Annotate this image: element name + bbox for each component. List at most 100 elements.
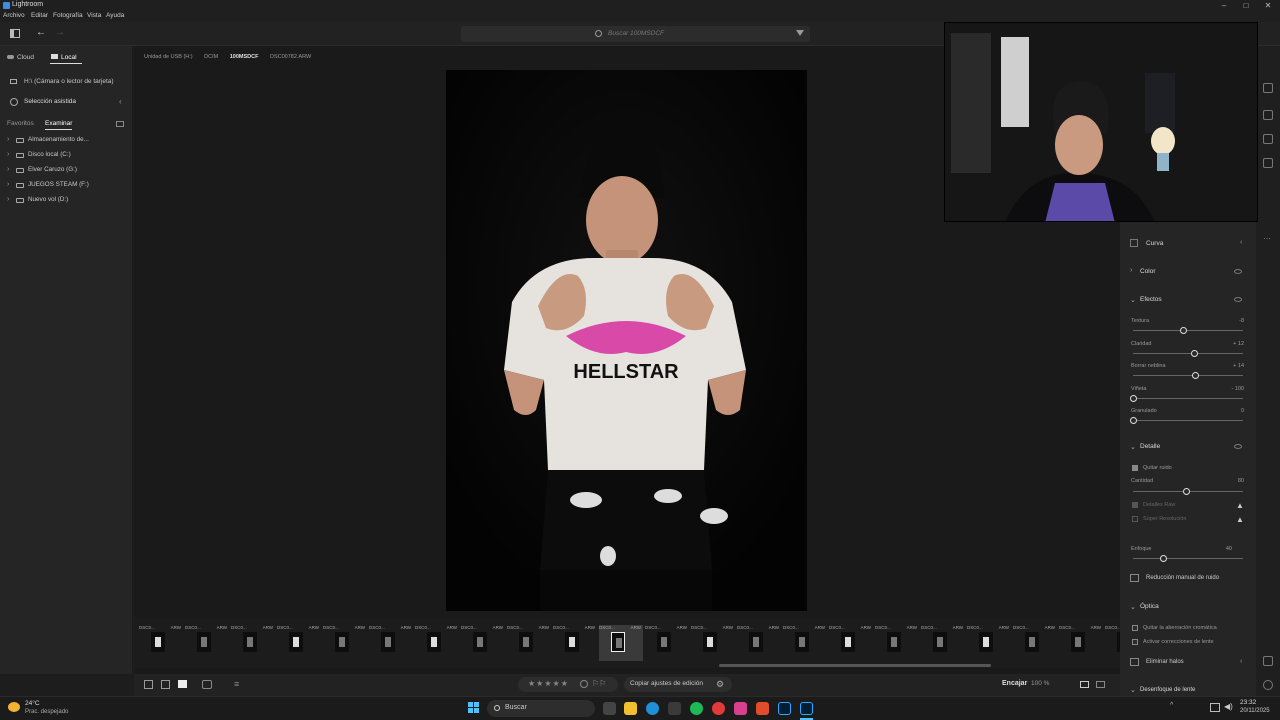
drive-item[interactable]: › Disco local (C:) [7, 150, 127, 162]
menu-ayuda[interactable]: Ayuda [106, 12, 124, 19]
filmstrip-thumbnail[interactable]: DSC0... ARW [1059, 625, 1103, 661]
filmstrip-thumbnail[interactable]: DSC0... ARW [875, 625, 919, 661]
filmstrip-thumbnail[interactable]: DSC0... ARW [231, 625, 275, 661]
assisted-selection-label[interactable]: Selección asistida [24, 98, 76, 105]
detail-view-icon[interactable] [178, 680, 187, 688]
clock-time[interactable]: 23:32 [1240, 699, 1256, 706]
chevron-left-icon[interactable]: ‹ [1240, 658, 1242, 665]
eye-icon[interactable] [1234, 269, 1242, 274]
filmstrip-thumbnail[interactable]: DSC0... ARW [967, 625, 1011, 661]
source-label[interactable]: H:\ (Cámara o lector de tarjeta) [24, 78, 114, 85]
weather-desc[interactable]: Prac. despejado [25, 709, 68, 715]
eye-icon[interactable] [1234, 297, 1242, 302]
tab-cloud[interactable]: Cloud [7, 54, 34, 61]
filmstrip-thumbnail[interactable]: DSC0... ARW [277, 625, 321, 661]
filmstrip-thumbnail[interactable]: DSC0... ARW [139, 625, 183, 661]
minimize-button[interactable]: – [1213, 0, 1235, 11]
effect-slider-knob[interactable] [1191, 372, 1199, 379]
effect-slider-knob[interactable] [1130, 394, 1137, 402]
flag-icon[interactable]: ⚐⚐ [592, 679, 606, 688]
menu-vista[interactable]: Vista [87, 12, 101, 19]
lightroom-icon[interactable] [800, 702, 813, 715]
taskbar-search[interactable]: Buscar [487, 700, 595, 717]
more-options-icon[interactable]: ⋯ [1263, 234, 1271, 243]
drive-item[interactable]: › Almacenamiento de... [7, 135, 127, 147]
breadcrumb-item[interactable]: DCIM [204, 54, 218, 60]
filmstrip-thumbnail[interactable]: DSC0... ARW [461, 625, 505, 661]
panel-toggle-icon[interactable] [10, 29, 20, 38]
volume-icon[interactable]: ◀) [1224, 702, 1233, 711]
section-detail[interactable]: Detalle [1140, 443, 1160, 450]
raw-details-checkbox[interactable] [1132, 502, 1138, 508]
tab-favorites[interactable]: Favoritos [7, 120, 34, 127]
menu-editar[interactable]: Editar [31, 12, 48, 19]
tray-chevron-icon[interactable]: ^ [1170, 702, 1173, 709]
section-color[interactable]: Color [1140, 268, 1156, 275]
filmstrip-thumbnail[interactable]: DSC0... ARW [599, 625, 643, 661]
zoom-label[interactable]: 100 % [1031, 680, 1049, 687]
tag-icon[interactable] [1263, 656, 1273, 666]
sharpen-slider[interactable] [1133, 558, 1243, 559]
amount-slider-knob[interactable] [1182, 488, 1190, 495]
breadcrumb-item[interactable]: 100MSDCF [230, 54, 259, 60]
super-res-checkbox[interactable] [1132, 516, 1138, 522]
masking-icon[interactable] [1263, 158, 1273, 168]
add-folder-icon[interactable] [116, 121, 124, 127]
filmstrip-thumbnail[interactable]: DSC0... ARW [921, 625, 965, 661]
filmstrip-thumbnail[interactable]: DSC0... ARW [783, 625, 827, 661]
chevron-right-icon[interactable]: › [1130, 267, 1132, 274]
maximize-button[interactable]: □ [1235, 0, 1257, 11]
tab-browse[interactable]: Examinar [45, 120, 72, 127]
effect-slider-knob[interactable] [1190, 349, 1198, 357]
square-grid-icon[interactable] [161, 680, 170, 689]
filmstrip-thumbnail[interactable]: DSC0... ARW [507, 625, 551, 661]
crop-icon[interactable] [1263, 110, 1273, 120]
filmstrip-thumbnail[interactable]: DSC0... ARW [691, 625, 735, 661]
chevron-down-icon[interactable]: ⌄ [1130, 603, 1136, 611]
brave-icon[interactable] [756, 702, 769, 715]
denoise-checkbox[interactable] [1132, 465, 1138, 471]
chevron-left-icon[interactable]: ‹ [119, 97, 122, 106]
effect-slider-knob[interactable] [1179, 327, 1187, 334]
search-input[interactable]: Buscar 100MSDCF [461, 26, 810, 42]
close-button[interactable]: ✕ [1257, 0, 1279, 11]
clock-date[interactable]: 20/11/2025 [1240, 708, 1270, 714]
effect-slider[interactable] [1133, 397, 1243, 399]
edge-icon[interactable] [646, 702, 659, 715]
app-icon[interactable] [712, 702, 725, 715]
photoshop-icon[interactable] [778, 702, 791, 715]
app-icon[interactable] [734, 702, 747, 715]
chevron-left-icon[interactable]: ‹ [1240, 239, 1242, 246]
sharpen-slider-knob[interactable] [1159, 555, 1167, 562]
weather-temp[interactable]: 24°C [25, 700, 40, 707]
filmstrip-thumbnail[interactable]: DSC0... ARW [829, 625, 873, 661]
before-after-icon[interactable] [1096, 681, 1105, 688]
sort-lines-icon[interactable]: ≡ [234, 679, 239, 689]
windows-start-icon[interactable] [468, 702, 480, 714]
chevron-down-icon[interactable]: ⌄ [1130, 686, 1136, 694]
filmstrip-thumbnail[interactable]: DSC0... ARW [553, 625, 597, 661]
manual-noise-label[interactable]: Reducción manual de ruido [1146, 575, 1219, 581]
breadcrumb-item[interactable]: Unidad de USB (H:) [144, 54, 193, 60]
effect-slider-knob[interactable] [1130, 417, 1137, 424]
filmstrip-thumbnail[interactable]: DSC0... ARW [415, 625, 459, 661]
forward-arrow-icon[interactable]: → [55, 27, 65, 38]
filmstrip-thumbnail[interactable]: DSC0... ARW [737, 625, 781, 661]
effect-slider[interactable] [1133, 330, 1243, 331]
grid-view-icon[interactable] [144, 680, 153, 689]
chevron-down-icon[interactable]: ⌄ [1130, 443, 1136, 451]
menu-archivo[interactable]: Archivo [3, 12, 25, 19]
lens-corrections-checkbox[interactable] [1132, 639, 1138, 645]
eye-icon[interactable] [1234, 444, 1242, 449]
file-explorer-icon[interactable] [624, 702, 637, 715]
filmstrip-thumbnail[interactable]: DSC0... ARW [323, 625, 367, 661]
chevron-down-icon[interactable]: ⌄ [1130, 296, 1136, 304]
section-effects[interactable]: Efectos [1140, 296, 1162, 303]
effect-slider[interactable] [1133, 420, 1243, 421]
settings-gear-icon[interactable]: ⚙ [716, 679, 724, 690]
back-arrow-icon[interactable]: ← [36, 27, 46, 38]
menu-fotografia[interactable]: Fotografía [53, 12, 83, 19]
star-rating-icon[interactable]: ★★★★★ [528, 679, 569, 688]
weather-icon[interactable] [8, 702, 20, 712]
section-lens-blur[interactable]: Desenfoque de lente [1140, 687, 1195, 693]
